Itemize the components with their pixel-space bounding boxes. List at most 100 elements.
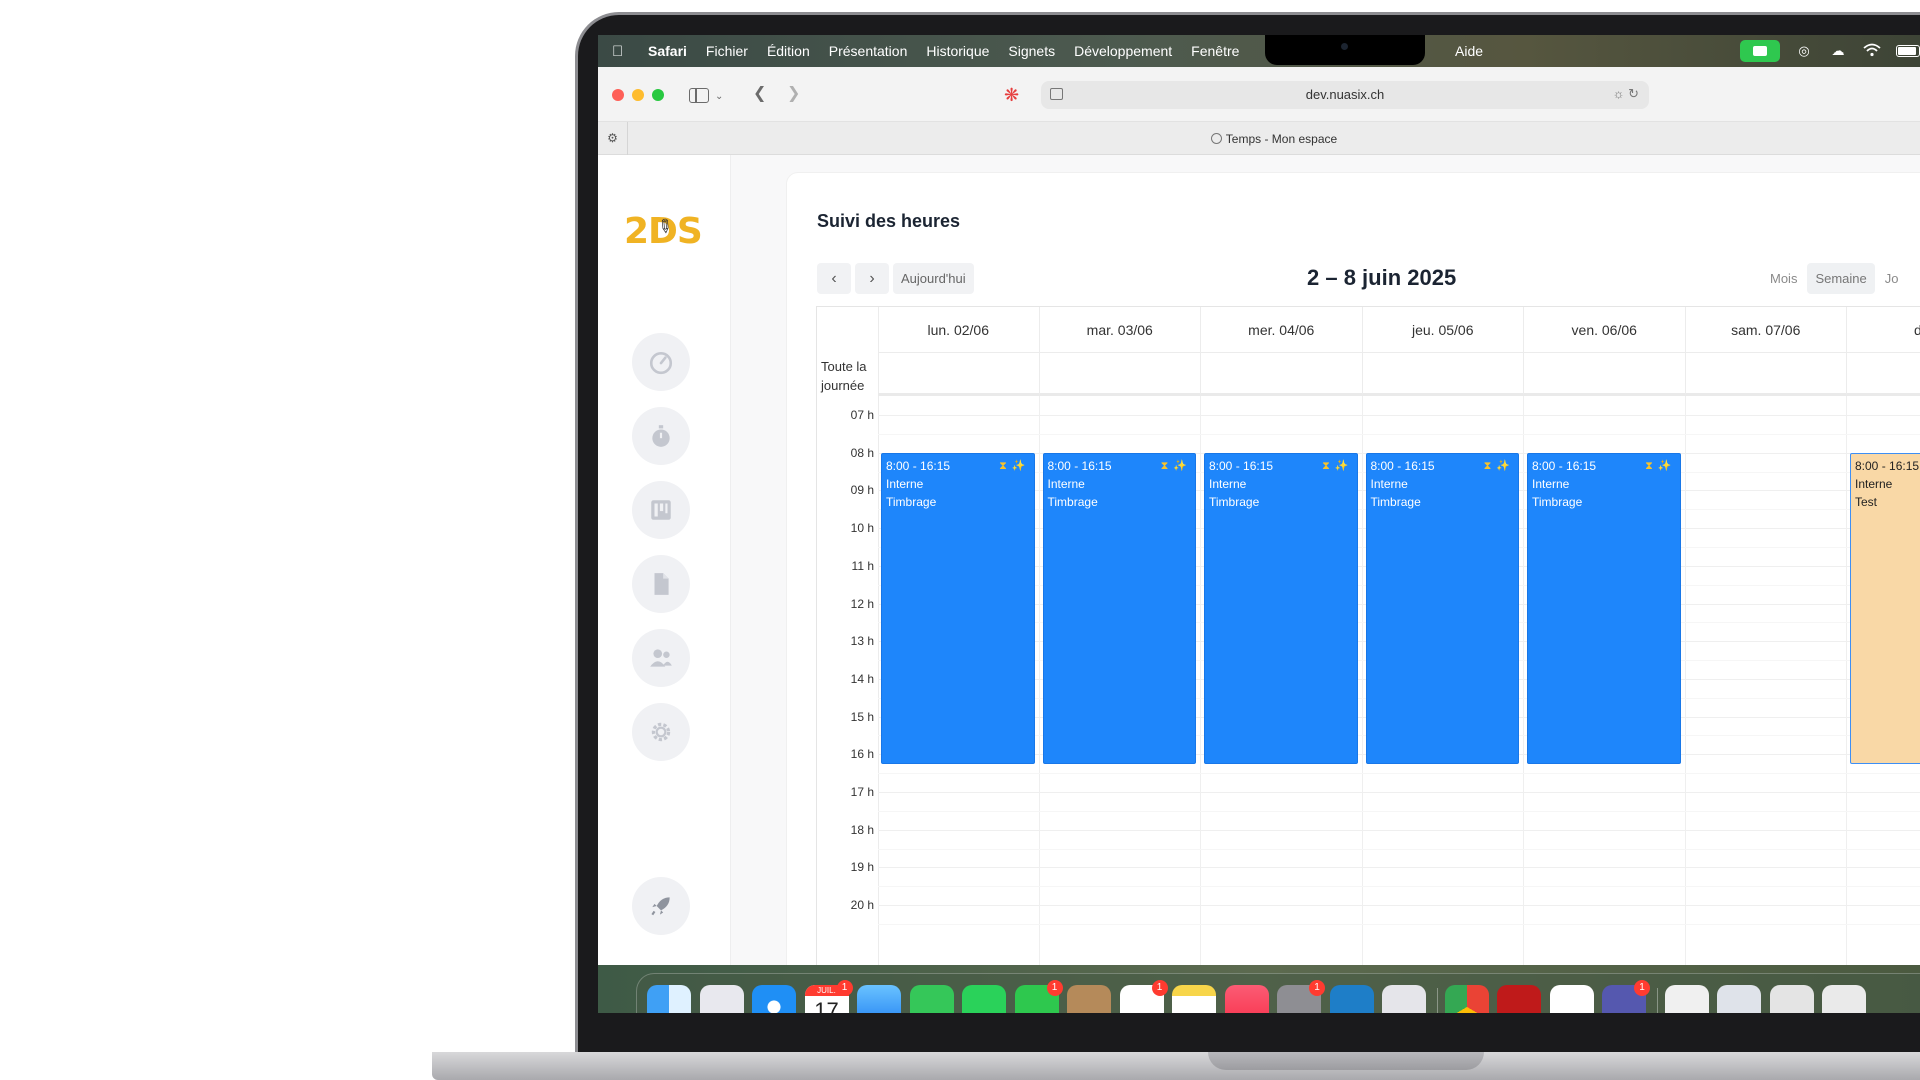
- document-stack-icon[interactable]: [1664, 985, 1709, 1013]
- magic-wand-icon[interactable]: ✨: [1173, 457, 1187, 475]
- menu-presentation[interactable]: Présentation: [829, 43, 908, 59]
- event-header: 8:00 - 16:15 ⧗ ✨: [1209, 457, 1353, 475]
- screen-record-icon[interactable]: ◎: [1794, 43, 1814, 59]
- allday-cell-2[interactable]: [1201, 353, 1363, 396]
- filezilla-icon[interactable]: [1497, 985, 1541, 1013]
- desktop-mockup:  Safari Fichier Édition Présentation Hi…: [0, 0, 1920, 1080]
- dock-separator: [1656, 988, 1658, 1013]
- column-divider: [1361, 396, 1363, 1013]
- calendar-day-label: 17: [814, 998, 839, 1013]
- facetime-camera-icon[interactable]: [1740, 40, 1780, 62]
- sidebar-toggle-icon[interactable]: [689, 88, 709, 103]
- hour-line: [878, 792, 1920, 793]
- simulator-icon[interactable]: [1382, 985, 1426, 1013]
- prev-week-button[interactable]: ‹: [817, 263, 851, 294]
- camera-icon: [1341, 43, 1348, 50]
- safari-window: ⌄ ❮ ❯ ❋ dev.nuasix.ch ☼ ↻ ⚙ Temps - Mon …: [598, 67, 1920, 1013]
- zoom-window-button[interactable]: [652, 89, 664, 101]
- hour-label: 07 h: [850, 408, 874, 422]
- time-entry-event[interactable]: 8:00 - 16:15 ⧗ ✨ Interne Timbrage: [1204, 452, 1358, 764]
- nav-board[interactable]: [632, 481, 690, 539]
- allday-cell-1[interactable]: [1039, 353, 1201, 396]
- notification-badge: 1: [836, 980, 853, 996]
- battery-icon[interactable]: [1896, 45, 1920, 57]
- tab-settings-icon[interactable]: ⚙: [598, 122, 628, 155]
- safari-icon[interactable]: [752, 985, 796, 1013]
- magic-wand-icon[interactable]: ✨: [1658, 457, 1672, 475]
- window-thumb-icon[interactable]: [1769, 985, 1814, 1013]
- close-window-button[interactable]: [612, 89, 624, 101]
- day-header-4: ven. 06/06: [1524, 307, 1686, 353]
- chrome-icon[interactable]: [1444, 985, 1489, 1013]
- minimize-window-button[interactable]: [632, 89, 644, 101]
- magic-wand-icon[interactable]: ✨: [1496, 457, 1510, 475]
- next-week-button[interactable]: ›: [855, 263, 889, 294]
- time-entry-event[interactable]: 8:00 - 16:15 ⧗ ✨ Interne Timbrage: [1365, 452, 1519, 764]
- nav-users[interactable]: [632, 629, 690, 687]
- board-icon: [651, 500, 671, 520]
- extension-bird-icon[interactable]: ❋: [1004, 85, 1019, 106]
- menu-aide[interactable]: Aide: [1455, 43, 1483, 59]
- event-icons: ⧗ ✨: [999, 457, 1029, 475]
- view-day-button[interactable]: Jo: [1876, 263, 1907, 294]
- translate-reload-icon[interactable]: ☼ ↻: [1613, 86, 1639, 102]
- window-thumb-icon[interactable]: [1717, 985, 1761, 1013]
- contacts-icon[interactable]: [1067, 985, 1111, 1013]
- today-button[interactable]: Aujourd'hui: [893, 263, 974, 294]
- allday-cell-4[interactable]: [1524, 353, 1686, 396]
- menu-signets[interactable]: Signets: [1008, 43, 1055, 59]
- wifi-icon[interactable]: [1862, 43, 1882, 59]
- url-text: dev.nuasix.ch: [1305, 87, 1385, 102]
- allday-cell-0[interactable]: [878, 353, 1040, 396]
- allday-cell-5[interactable]: [1685, 353, 1847, 396]
- event-time: 8:00 - 16:15: [886, 458, 951, 473]
- event-header: 8:00 - 16:15 ⧗ ✨: [1532, 457, 1676, 475]
- time-entry-event[interactable]: 8:00 - 16:15 ⧗ ✨ Interne Timbrage: [1042, 452, 1196, 764]
- time-entry-event[interactable]: 8:00 - 16:15 ⧗ ✨ Interne Timbrage: [881, 452, 1035, 764]
- menu-fichier[interactable]: Fichier: [706, 43, 748, 59]
- menu-app-name[interactable]: Safari: [648, 43, 687, 59]
- menu-fenetre[interactable]: Fenêtre: [1191, 43, 1239, 59]
- menu-historique[interactable]: Historique: [926, 43, 989, 59]
- view-month-button[interactable]: Mois: [1762, 263, 1806, 294]
- laptop-base: [432, 1052, 1920, 1080]
- chatgpt-icon[interactable]: [1549, 985, 1594, 1013]
- apple-menu-icon[interactable]: : [612, 43, 634, 60]
- nav-stopwatch[interactable]: [632, 407, 690, 465]
- event-header: 8:00 - 16:15 ⧗ ✨: [1048, 457, 1192, 475]
- nav-settings[interactable]: [632, 703, 690, 761]
- menu-edition[interactable]: Édition: [767, 43, 810, 59]
- event-project: Interne: [1047, 476, 1085, 491]
- music-icon[interactable]: [1224, 985, 1269, 1013]
- toolbox-app-icon[interactable]: [1329, 985, 1374, 1013]
- window-thumb-icon[interactable]: [1822, 985, 1866, 1013]
- nav-documents[interactable]: [632, 555, 690, 613]
- column-divider: [1038, 396, 1040, 1013]
- nav-dashboard[interactable]: [632, 333, 690, 391]
- back-icon[interactable]: ❮: [753, 84, 766, 104]
- chevron-down-icon[interactable]: ⌄: [715, 87, 723, 107]
- allday-cell-6[interactable]: [1847, 353, 1920, 396]
- time-entry-event[interactable]: 8:00 - 16:15 Interne Test: [1850, 452, 1920, 764]
- whatsapp-icon[interactable]: [962, 985, 1006, 1013]
- magic-wand-icon[interactable]: ✨: [1012, 457, 1026, 475]
- launchpad-icon[interactable]: [699, 985, 744, 1013]
- messages-icon[interactable]: [909, 985, 954, 1013]
- event-icons: ⧗ ✨: [1322, 457, 1352, 475]
- hour-label: 17 h: [850, 785, 874, 799]
- view-week-button[interactable]: Semaine: [1807, 263, 1875, 294]
- hour-line: [878, 867, 1920, 869]
- notes-icon[interactable]: [1172, 985, 1216, 1013]
- time-entry-event[interactable]: 8:00 - 16:15 ⧗ ✨ Interne Timbrage: [1527, 452, 1681, 764]
- allday-cell-3[interactable]: [1362, 353, 1524, 396]
- icloud-icon[interactable]: ☁: [1828, 43, 1848, 59]
- tab-active[interactable]: Temps - Mon espace: [628, 132, 1920, 146]
- nav-rocket[interactable]: [632, 877, 690, 935]
- menu-developpement[interactable]: Développement: [1074, 43, 1172, 59]
- magic-wand-icon[interactable]: ✨: [1335, 457, 1349, 475]
- address-bar[interactable]: dev.nuasix.ch ☼ ↻: [1041, 81, 1649, 109]
- event-project: Interne: [1370, 476, 1408, 491]
- finder-icon[interactable]: [647, 985, 691, 1013]
- forward-icon[interactable]: ❯: [787, 84, 800, 104]
- mail-icon[interactable]: [857, 985, 901, 1013]
